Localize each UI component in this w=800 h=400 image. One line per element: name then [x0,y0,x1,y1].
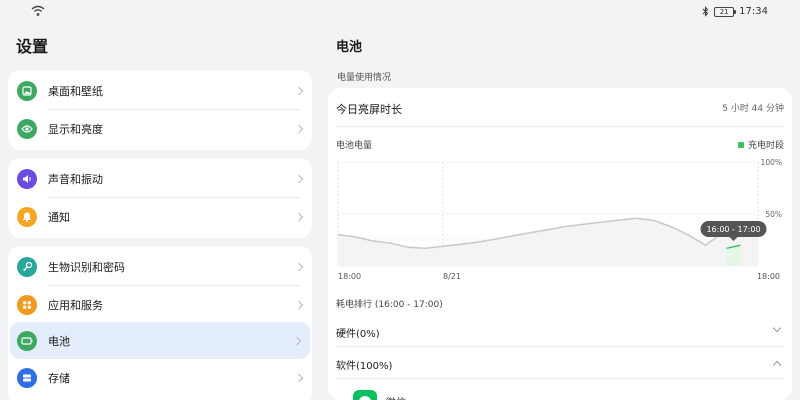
sidebar-item-label: 显示和亮度 [48,122,103,136]
sidebar-item-biometrics[interactable]: 生物识别和密码 [8,248,312,285]
chevron-right-icon [294,86,304,95]
apps-icon [17,294,37,315]
wechat-icon[interactable] [353,390,377,400]
divider [336,346,784,347]
settings-title: 设置 [16,37,49,56]
screen-time-label: 今日亮屏时长 [336,103,402,116]
row-label: 软件(100%) [336,361,393,372]
sidebar-item-label: 声音和振动 [48,172,103,186]
settings-group-display: 桌面和壁纸 显示和亮度 [8,70,312,150]
storage-icon [17,367,37,388]
chart-title: 电池电量 [336,141,373,151]
x-tick-label: 18:00 [757,272,780,281]
battery-level-chart[interactable]: 16:00 - 17:00 100% 50% 18:00 8/21 18:00 [328,156,792,284]
battery-area [338,218,758,266]
sidebar-item-label: 桌面和壁纸 [48,84,103,98]
sidebar-item-display[interactable]: 显示和亮度 [8,110,312,147]
chart-legend: 充电时段 [737,138,784,151]
settings-group-system: 生物识别和密码 应用和服务 电池 存储 [8,246,312,400]
chevron-down-icon [772,323,782,333]
sidebar-item-storage[interactable]: 存储 [8,359,312,396]
battery-icon [17,330,37,351]
battery-icon: 21 [714,6,737,17]
x-tick-label: 8/21 [443,272,461,281]
bluetooth-icon [702,6,709,17]
chevron-right-icon [294,124,304,133]
legend-swatch [737,141,744,148]
ranking-label: 耗电排行 (16:00 - 17:00) [336,300,443,310]
row-label: 硬件(0%) [336,329,380,340]
chevron-right-icon [294,212,304,221]
battery-level: 21 [719,7,729,16]
bell-icon [17,206,37,227]
settings-group-sound: 声音和振动 通知 [8,158,312,238]
sidebar-item-wallpaper[interactable]: 桌面和壁纸 [8,72,312,109]
battery-usage-card: 今日亮屏时长 5 小时 44 分钟 电池电量 充电时段 16:00 - 17:0… [328,88,792,400]
x-tick-label: 18:00 [338,272,361,281]
divider [336,126,784,127]
sidebar-item-sound[interactable]: 声音和振动 [8,160,312,197]
sidebar-item-label: 应用和服务 [48,298,103,312]
sidebar-item-battery[interactable]: 电池 [10,322,310,359]
chevron-up-icon [772,360,782,370]
sidebar-item-apps[interactable]: 应用和服务 [8,286,312,323]
sidebar-item-label: 电池 [48,334,70,348]
screen-time-value: 5 小时 44 分钟 [722,104,784,114]
eye-icon [17,118,37,139]
clock: 17:34 [739,6,768,17]
chevron-right-icon [294,262,304,271]
status-bar: 21 17:34 [0,0,800,26]
y-tick-label: 100% [761,158,782,167]
sound-icon [17,168,37,189]
chevron-right-icon [294,300,304,309]
chevron-right-icon [294,373,304,382]
legend-label: 充电时段 [747,141,784,151]
sidebar-item-label: 存储 [48,371,70,385]
section-label: 电量使用情况 [337,73,392,83]
sidebar-item-label: 通知 [48,210,70,224]
page-title: 电池 [336,40,363,55]
chevron-right-icon [292,336,302,345]
wifi-icon [31,5,45,16]
sidebar-item-notifications[interactable]: 通知 [8,198,312,235]
app-name: 微信 [386,394,406,400]
chart-tooltip-label: 16:00 - 17:00 [706,225,760,234]
y-tick-label: 50% [765,210,782,219]
wallpaper-icon [17,80,37,101]
key-icon [17,256,37,277]
sidebar-item-label: 生物识别和密码 [48,260,125,274]
chevron-right-icon [294,174,304,183]
divider [336,378,784,379]
